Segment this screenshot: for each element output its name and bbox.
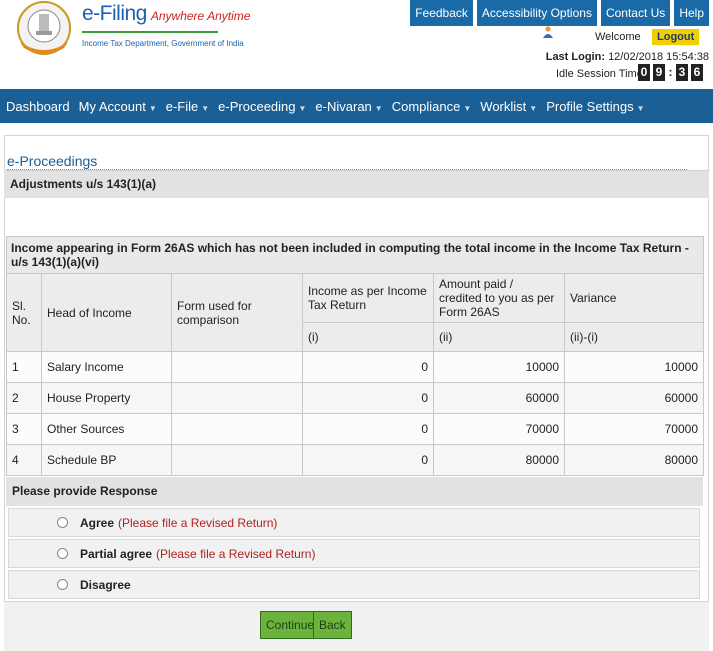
cell-26as: 10000 xyxy=(433,351,565,383)
cell-itr: 0 xyxy=(302,351,434,383)
radio-partial-agree[interactable] xyxy=(57,548,68,559)
continue-button[interactable]: Continue xyxy=(260,611,321,639)
table-row: 1 Salary Income 0 10000 10000 xyxy=(6,351,704,383)
cell-sl: 1 xyxy=(6,351,42,383)
table-row: 3 Other Sources 0 70000 70000 xyxy=(6,413,704,445)
top-nav-contact[interactable]: Contact Us xyxy=(600,0,671,26)
main-nav: Dashboard My Account ▼ e-File ▼ e-Proceedi… xyxy=(0,89,713,123)
logout-button[interactable]: Logout xyxy=(652,29,700,45)
col-header-sl: Sl. No. xyxy=(6,273,42,352)
response-title: Please provide Response xyxy=(6,477,703,506)
table-row: 2 House Property 0 60000 60000 xyxy=(6,382,704,414)
cell-26as: 70000 xyxy=(433,413,565,445)
cell-variance: 70000 xyxy=(564,413,704,445)
cell-sl: 2 xyxy=(6,382,42,414)
adjustments-table: Income appearing in Form 26AS which has … xyxy=(6,236,704,476)
table-caption: Income appearing in Form 26AS which has … xyxy=(6,236,704,274)
nav-profile-settings[interactable]: Profile Settings ▼ xyxy=(546,99,644,114)
cell-head: Schedule BP xyxy=(41,444,172,476)
col-subheader: (ii) xyxy=(433,322,565,352)
cell-sl: 3 xyxy=(6,413,42,445)
cell-form xyxy=(171,444,303,476)
option-label: Agree xyxy=(80,515,115,530)
top-nav-accessibility[interactable]: Accessibility Options xyxy=(476,0,597,26)
brand-divider xyxy=(82,31,218,33)
page-title: Adjustments u/s 143(1)(a) xyxy=(4,170,709,198)
button-bar xyxy=(4,601,709,651)
back-button[interactable]: Back xyxy=(313,611,352,639)
cell-variance: 60000 xyxy=(564,382,704,414)
nav-worklist[interactable]: Worklist ▼ xyxy=(480,99,537,114)
brand-tagline: Anywhere Anytime xyxy=(150,9,251,23)
nav-e-proceeding[interactable]: e-Proceeding ▼ xyxy=(218,99,306,114)
top-nav: Feedback Accessibility Options Contact U… xyxy=(410,0,709,26)
response-option-agree[interactable]: Agree (Please file a Revised Return) xyxy=(8,508,700,537)
cell-itr: 0 xyxy=(302,382,434,414)
cell-itr: 0 xyxy=(302,413,434,445)
cell-sl: 4 xyxy=(6,444,42,476)
cell-26as: 60000 xyxy=(433,382,565,414)
chevron-down-icon: ▼ xyxy=(463,103,472,113)
nav-dashboard[interactable]: Dashboard xyxy=(6,99,70,114)
timer-digit: 9 xyxy=(653,64,665,81)
last-login-value: 12/02/2018 15:54:38 xyxy=(608,51,709,63)
emblem-logo-icon xyxy=(17,1,71,55)
last-login-label: Last Login: xyxy=(545,51,605,63)
response-option-partial-agree[interactable]: Partial agree (Please file a Revised Ret… xyxy=(8,539,700,568)
timer-digit: 3 xyxy=(676,64,688,81)
breadcrumb: e-Proceedings xyxy=(7,153,98,169)
radio-disagree[interactable] xyxy=(57,579,68,590)
option-hint: (Please file a Revised Return) xyxy=(118,515,278,530)
radio-agree[interactable] xyxy=(57,517,68,528)
col-header-itr: Income as per Income Tax Return xyxy=(302,273,434,323)
chevron-down-icon: ▼ xyxy=(148,103,157,113)
idle-timer-label: Idle Session Timer xyxy=(556,68,647,80)
welcome-text: Welcome xyxy=(595,31,641,43)
last-login: Last Login: 12/02/2018 15:54:38 xyxy=(546,51,709,63)
brand-title[interactable]: e-Filing Anywhere Anytime xyxy=(82,2,250,26)
option-label: Partial agree xyxy=(80,546,153,561)
timer-digit: 0 xyxy=(638,64,650,81)
option-label: Disagree xyxy=(80,577,131,592)
cell-head: House Property xyxy=(41,382,172,414)
nav-e-file[interactable]: e-File ▼ xyxy=(166,99,209,114)
timer-digit: 6 xyxy=(691,64,703,81)
cell-form xyxy=(171,382,303,414)
col-header-26as: Amount paid / credited to you as per For… xyxy=(433,273,565,323)
col-header-form: Form used for comparison xyxy=(171,273,303,352)
user-icon xyxy=(543,26,553,38)
chevron-down-icon: ▼ xyxy=(636,103,645,113)
nav-my-account[interactable]: My Account ▼ xyxy=(79,99,157,114)
col-subheader: (ii)-(i) xyxy=(564,322,704,352)
brand-subtitle: Income Tax Department, Government of Ind… xyxy=(82,39,244,48)
col-subheader: (i) xyxy=(302,322,434,352)
timer-colon: : xyxy=(668,65,673,79)
col-header-head: Head of Income xyxy=(41,273,172,352)
idle-timer: 0 9 : 3 6 xyxy=(638,64,703,81)
cell-head: Salary Income xyxy=(41,351,172,383)
cell-26as: 80000 xyxy=(433,444,565,476)
option-hint: (Please file a Revised Return) xyxy=(156,546,316,561)
table-row: 4 Schedule BP 0 80000 80000 xyxy=(6,444,704,476)
top-nav-feedback[interactable]: Feedback xyxy=(410,0,473,26)
cell-head: Other Sources xyxy=(41,413,172,445)
cell-variance: 10000 xyxy=(564,351,704,383)
top-nav-help[interactable]: Help xyxy=(674,0,709,26)
cell-itr: 0 xyxy=(302,444,434,476)
cell-form xyxy=(171,413,303,445)
cell-variance: 80000 xyxy=(564,444,704,476)
chevron-down-icon: ▼ xyxy=(529,103,538,113)
nav-compliance[interactable]: Compliance ▼ xyxy=(392,99,472,114)
header: e-Filing Anywhere Anytime Income Tax Depa… xyxy=(0,0,713,88)
nav-e-nivaran[interactable]: e-Nivaran ▼ xyxy=(315,99,382,114)
chevron-down-icon: ▼ xyxy=(201,103,210,113)
chevron-down-icon: ▼ xyxy=(298,103,307,113)
chevron-down-icon: ▼ xyxy=(374,103,383,113)
col-header-variance: Variance xyxy=(564,273,704,323)
response-option-disagree[interactable]: Disagree xyxy=(8,570,700,599)
cell-form xyxy=(171,351,303,383)
